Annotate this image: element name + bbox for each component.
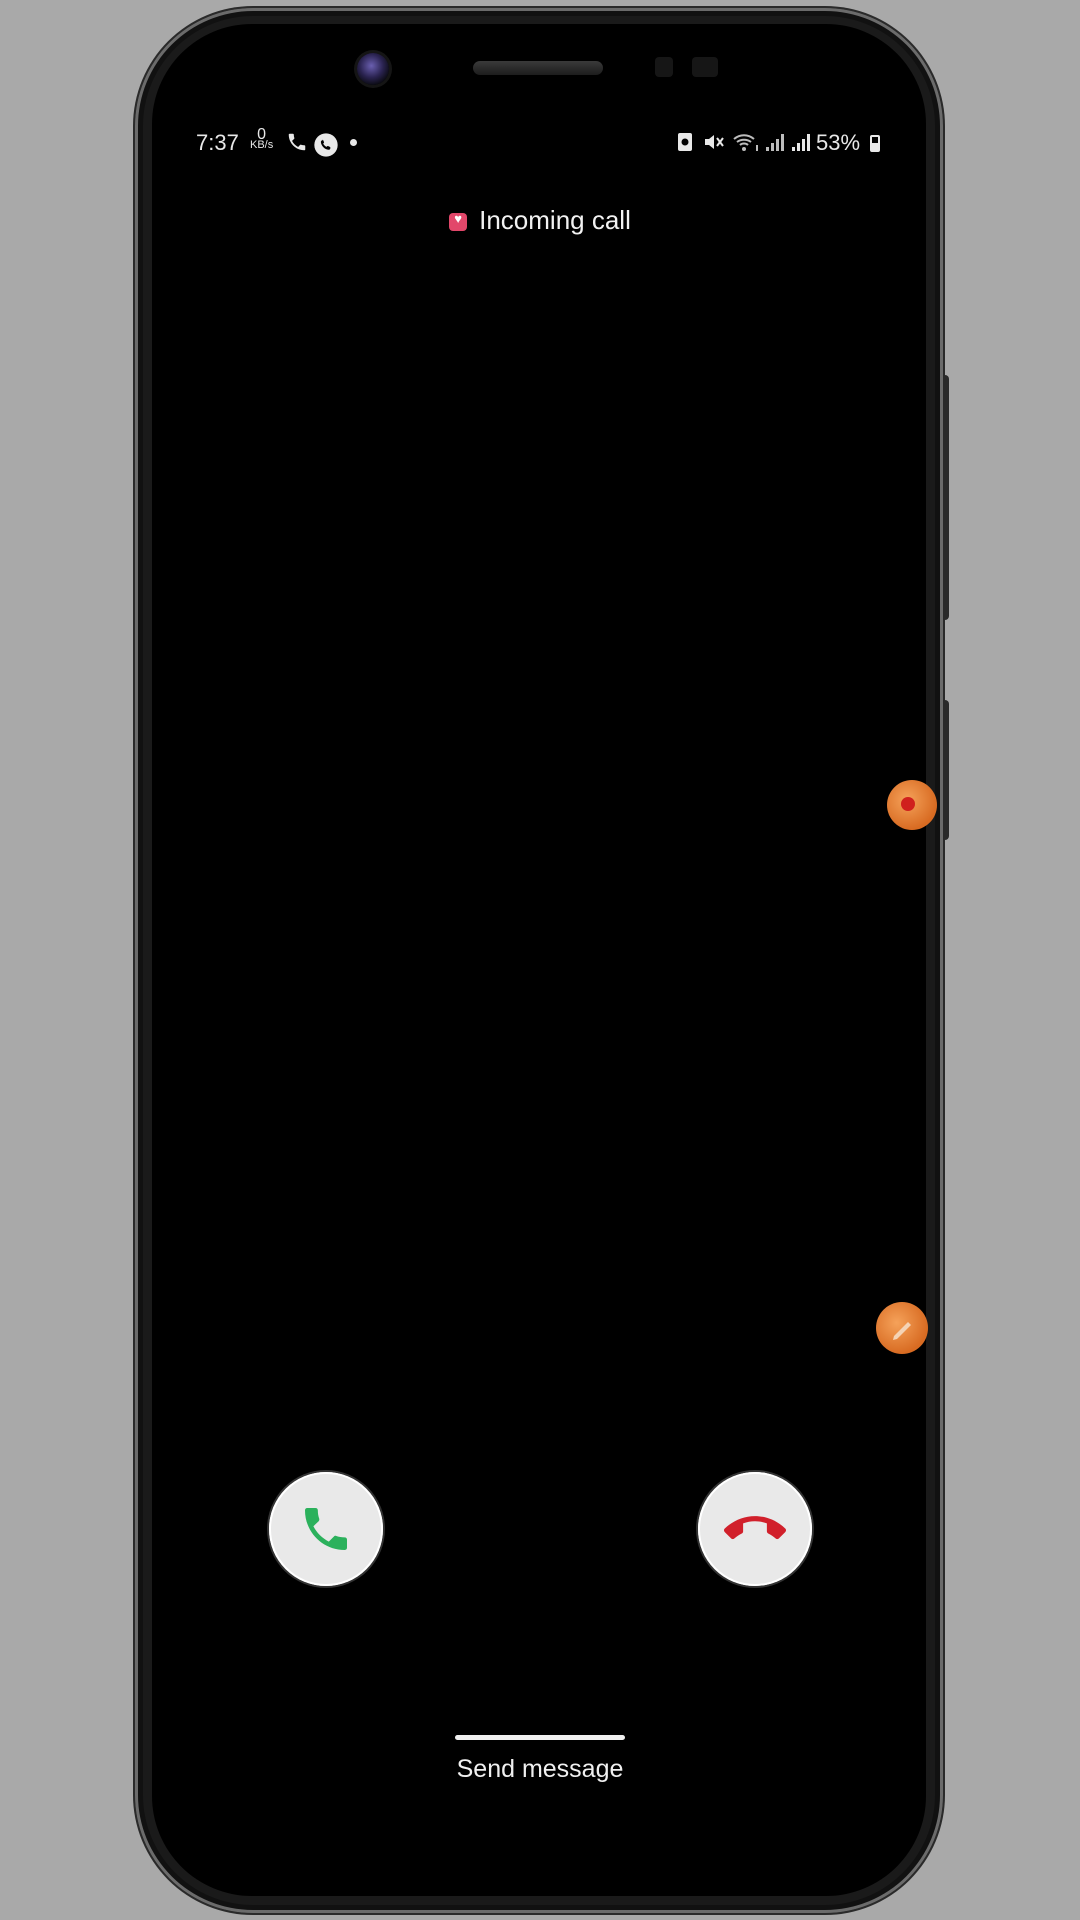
record-dot-icon [901, 797, 915, 811]
battery-fill [872, 143, 878, 150]
accept-call-button[interactable] [269, 1472, 383, 1586]
light-sensor [692, 57, 718, 77]
phone-hangup-icon [724, 1516, 786, 1540]
decline-call-button[interactable] [698, 1472, 812, 1586]
front-camera [357, 53, 389, 85]
phone-icon [305, 1508, 347, 1550]
notification-dot [350, 139, 357, 146]
call-title-text: Incoming call [479, 205, 631, 235]
phone-call-icon [286, 131, 308, 159]
pencil-icon [893, 1322, 911, 1340]
mute-icon [702, 131, 726, 159]
status-bar: 7:37 0 KB/s 53% [196, 126, 884, 162]
status-time: 7:37 [196, 130, 239, 155]
send-message-handle[interactable] [455, 1735, 625, 1740]
wifi-calling-icon [732, 131, 762, 159]
battery-percent: 53% [816, 130, 861, 155]
signal-icon-1 [764, 131, 786, 159]
heart-app-icon [449, 211, 468, 231]
screenshot-icon [676, 131, 694, 159]
edit-bubble[interactable] [876, 1302, 928, 1354]
stage: 7:37 0 KB/s 53% Incoming call [0, 0, 1080, 1920]
call-title: Incoming call [0, 205, 1080, 236]
whatsapp-icon [312, 131, 340, 165]
network-speed: 0 KB/s [250, 127, 274, 151]
send-message-button[interactable]: Send message [0, 1755, 1080, 1784]
signal-icon-2 [790, 131, 812, 159]
recording-bubble[interactable] [887, 780, 937, 830]
proximity-sensor [655, 57, 673, 77]
network-speed-unit: KB/s [250, 139, 274, 151]
phone-screen [152, 24, 926, 1896]
battery-icon [870, 135, 880, 152]
earpiece-speaker [473, 61, 603, 75]
